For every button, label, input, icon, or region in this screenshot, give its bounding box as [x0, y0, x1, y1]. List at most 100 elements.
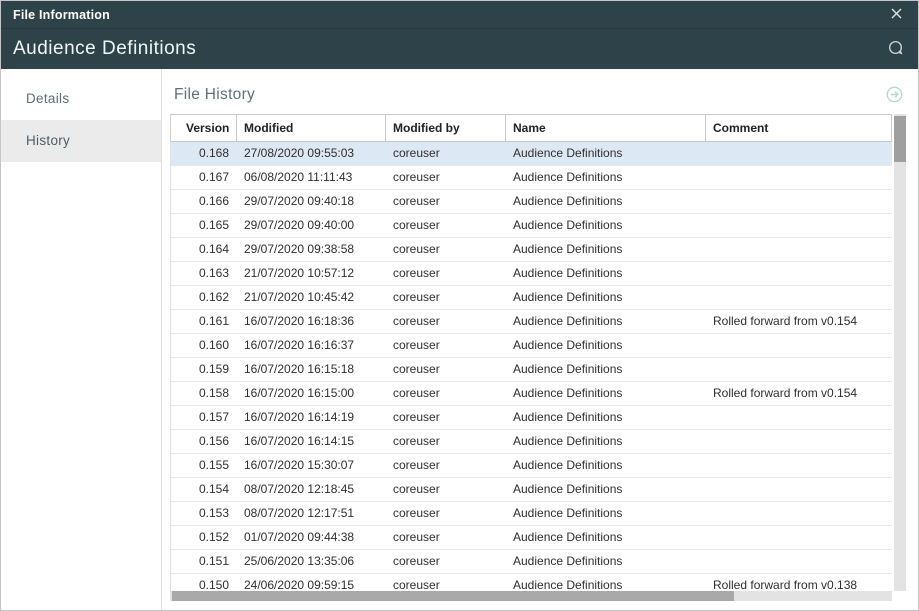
cell-modified: 27/08/2020 09:55:03: [237, 142, 386, 165]
column-header-version[interactable]: Version: [171, 115, 237, 141]
cell-modified-by: coreuser: [386, 262, 506, 285]
cell-modified: 25/06/2020 13:35:06: [237, 550, 386, 573]
cell-name: Audience Definitions: [506, 550, 706, 573]
refresh-button[interactable]: [883, 37, 908, 61]
cell-modified: 08/07/2020 12:17:51: [237, 502, 386, 525]
cell-modified: 16/07/2020 16:14:19: [237, 406, 386, 429]
cell-modified: 29/07/2020 09:40:18: [237, 190, 386, 213]
horizontal-scrollbar[interactable]: [170, 591, 892, 601]
titlebar-row-bottom: Audience Definitions: [1, 29, 918, 69]
table-header-row: Version Modified Modified by Name Commen…: [170, 114, 892, 142]
vertical-scrollbar-thumb[interactable]: [894, 116, 906, 162]
cell-comment: [706, 262, 892, 285]
cell-version: 0.166: [171, 190, 237, 213]
cell-modified: 16/07/2020 16:15:18: [237, 358, 386, 381]
cell-modified-by: coreuser: [386, 526, 506, 549]
table-row[interactable]: 0.161 16/07/2020 16:18:36 coreuser Audie…: [171, 310, 892, 334]
table-row[interactable]: 0.155 16/07/2020 15:30:07 coreuser Audie…: [171, 454, 892, 478]
cell-name: Audience Definitions: [506, 454, 706, 477]
cell-version: 0.168: [171, 142, 237, 165]
table-row[interactable]: 0.153 08/07/2020 12:17:51 coreuser Audie…: [171, 502, 892, 526]
sidebar-item-details[interactable]: Details: [1, 78, 161, 120]
cell-modified-by: coreuser: [386, 310, 506, 333]
column-header-name[interactable]: Name: [506, 115, 706, 141]
table-row[interactable]: 0.160 16/07/2020 16:16:37 coreuser Audie…: [171, 334, 892, 358]
sidebar-item-label: History: [26, 133, 70, 148]
roll-forward-button[interactable]: [882, 84, 907, 108]
cell-comment: [706, 406, 892, 429]
cell-version: 0.161: [171, 310, 237, 333]
cell-version: 0.154: [171, 478, 237, 501]
cell-name: Audience Definitions: [506, 358, 706, 381]
close-button[interactable]: [885, 4, 908, 26]
file-history-table: Version Modified Modified by Name Commen…: [170, 114, 906, 601]
table-body: 0.168 27/08/2020 09:55:03 coreuser Audie…: [170, 142, 892, 598]
cell-comment: [706, 238, 892, 261]
table-row[interactable]: 0.159 16/07/2020 16:15:18 coreuser Audie…: [171, 358, 892, 382]
table-row[interactable]: 0.158 16/07/2020 16:15:00 coreuser Audie…: [171, 382, 892, 406]
cell-modified-by: coreuser: [386, 214, 506, 237]
cell-name: Audience Definitions: [506, 190, 706, 213]
cell-modified: 08/07/2020 12:18:45: [237, 478, 386, 501]
cell-comment: [706, 454, 892, 477]
cell-modified-by: coreuser: [386, 550, 506, 573]
table-row[interactable]: 0.156 16/07/2020 16:14:15 coreuser Audie…: [171, 430, 892, 454]
cell-modified-by: coreuser: [386, 502, 506, 525]
cell-modified: 16/07/2020 16:14:15: [237, 430, 386, 453]
table-row[interactable]: 0.154 08/07/2020 12:18:45 coreuser Audie…: [171, 478, 892, 502]
cell-modified: 16/07/2020 16:15:00: [237, 382, 386, 405]
cell-version: 0.164: [171, 238, 237, 261]
cell-name: Audience Definitions: [506, 334, 706, 357]
cell-modified: 16/07/2020 16:16:37: [237, 334, 386, 357]
sidebar-item-history[interactable]: History: [1, 120, 161, 162]
table-row[interactable]: 0.166 29/07/2020 09:40:18 coreuser Audie…: [171, 190, 892, 214]
cell-name: Audience Definitions: [506, 166, 706, 189]
cell-modified-by: coreuser: [386, 406, 506, 429]
cell-modified: 16/07/2020 15:30:07: [237, 454, 386, 477]
sidebar-tabs: Details History: [1, 69, 162, 610]
section-title: File History: [174, 86, 255, 104]
cell-version: 0.158: [171, 382, 237, 405]
column-header-comment[interactable]: Comment: [706, 115, 892, 141]
cell-modified-by: coreuser: [386, 454, 506, 477]
cell-version: 0.160: [171, 334, 237, 357]
cell-version: 0.151: [171, 550, 237, 573]
horizontal-scrollbar-thumb[interactable]: [172, 591, 734, 601]
table-row[interactable]: 0.162 21/07/2020 10:45:42 coreuser Audie…: [171, 286, 892, 310]
table-row[interactable]: 0.164 29/07/2020 09:38:58 coreuser Audie…: [171, 238, 892, 262]
cell-version: 0.163: [171, 262, 237, 285]
dialog-body: Details History File History Version Mod…: [1, 69, 918, 610]
table-row[interactable]: 0.163 21/07/2020 10:57:12 coreuser Audie…: [171, 262, 892, 286]
cell-comment: [706, 286, 892, 309]
close-icon: [889, 6, 904, 24]
cell-modified-by: coreuser: [386, 238, 506, 261]
cell-version: 0.159: [171, 358, 237, 381]
cell-modified: 29/07/2020 09:38:58: [237, 238, 386, 261]
cell-modified: 16/07/2020 16:18:36: [237, 310, 386, 333]
cell-comment: [706, 166, 892, 189]
table-row[interactable]: 0.151 25/06/2020 13:35:06 coreuser Audie…: [171, 550, 892, 574]
column-header-modified-by[interactable]: Modified by: [386, 115, 506, 141]
cell-name: Audience Definitions: [506, 478, 706, 501]
cell-modified: 01/07/2020 09:44:38: [237, 526, 386, 549]
cell-comment: [706, 214, 892, 237]
refresh-icon: [887, 39, 904, 59]
cell-name: Audience Definitions: [506, 214, 706, 237]
cell-version: 0.167: [171, 166, 237, 189]
cell-modified-by: coreuser: [386, 142, 506, 165]
table-row[interactable]: 0.168 27/08/2020 09:55:03 coreuser Audie…: [171, 142, 892, 166]
table-row[interactable]: 0.152 01/07/2020 09:44:38 coreuser Audie…: [171, 526, 892, 550]
vertical-scrollbar[interactable]: [894, 114, 906, 591]
titlebar: File Information Audience Definitions: [1, 1, 918, 69]
cell-modified-by: coreuser: [386, 190, 506, 213]
cell-version: 0.156: [171, 430, 237, 453]
cell-modified: 06/08/2020 11:11:43: [237, 166, 386, 189]
cell-comment: [706, 358, 892, 381]
table-row[interactable]: 0.157 16/07/2020 16:14:19 coreuser Audie…: [171, 406, 892, 430]
table-row[interactable]: 0.167 06/08/2020 11:11:43 coreuser Audie…: [171, 166, 892, 190]
cell-name: Audience Definitions: [506, 502, 706, 525]
table-row[interactable]: 0.165 29/07/2020 09:40:00 coreuser Audie…: [171, 214, 892, 238]
cell-name: Audience Definitions: [506, 382, 706, 405]
column-header-modified[interactable]: Modified: [237, 115, 386, 141]
cell-name: Audience Definitions: [506, 262, 706, 285]
